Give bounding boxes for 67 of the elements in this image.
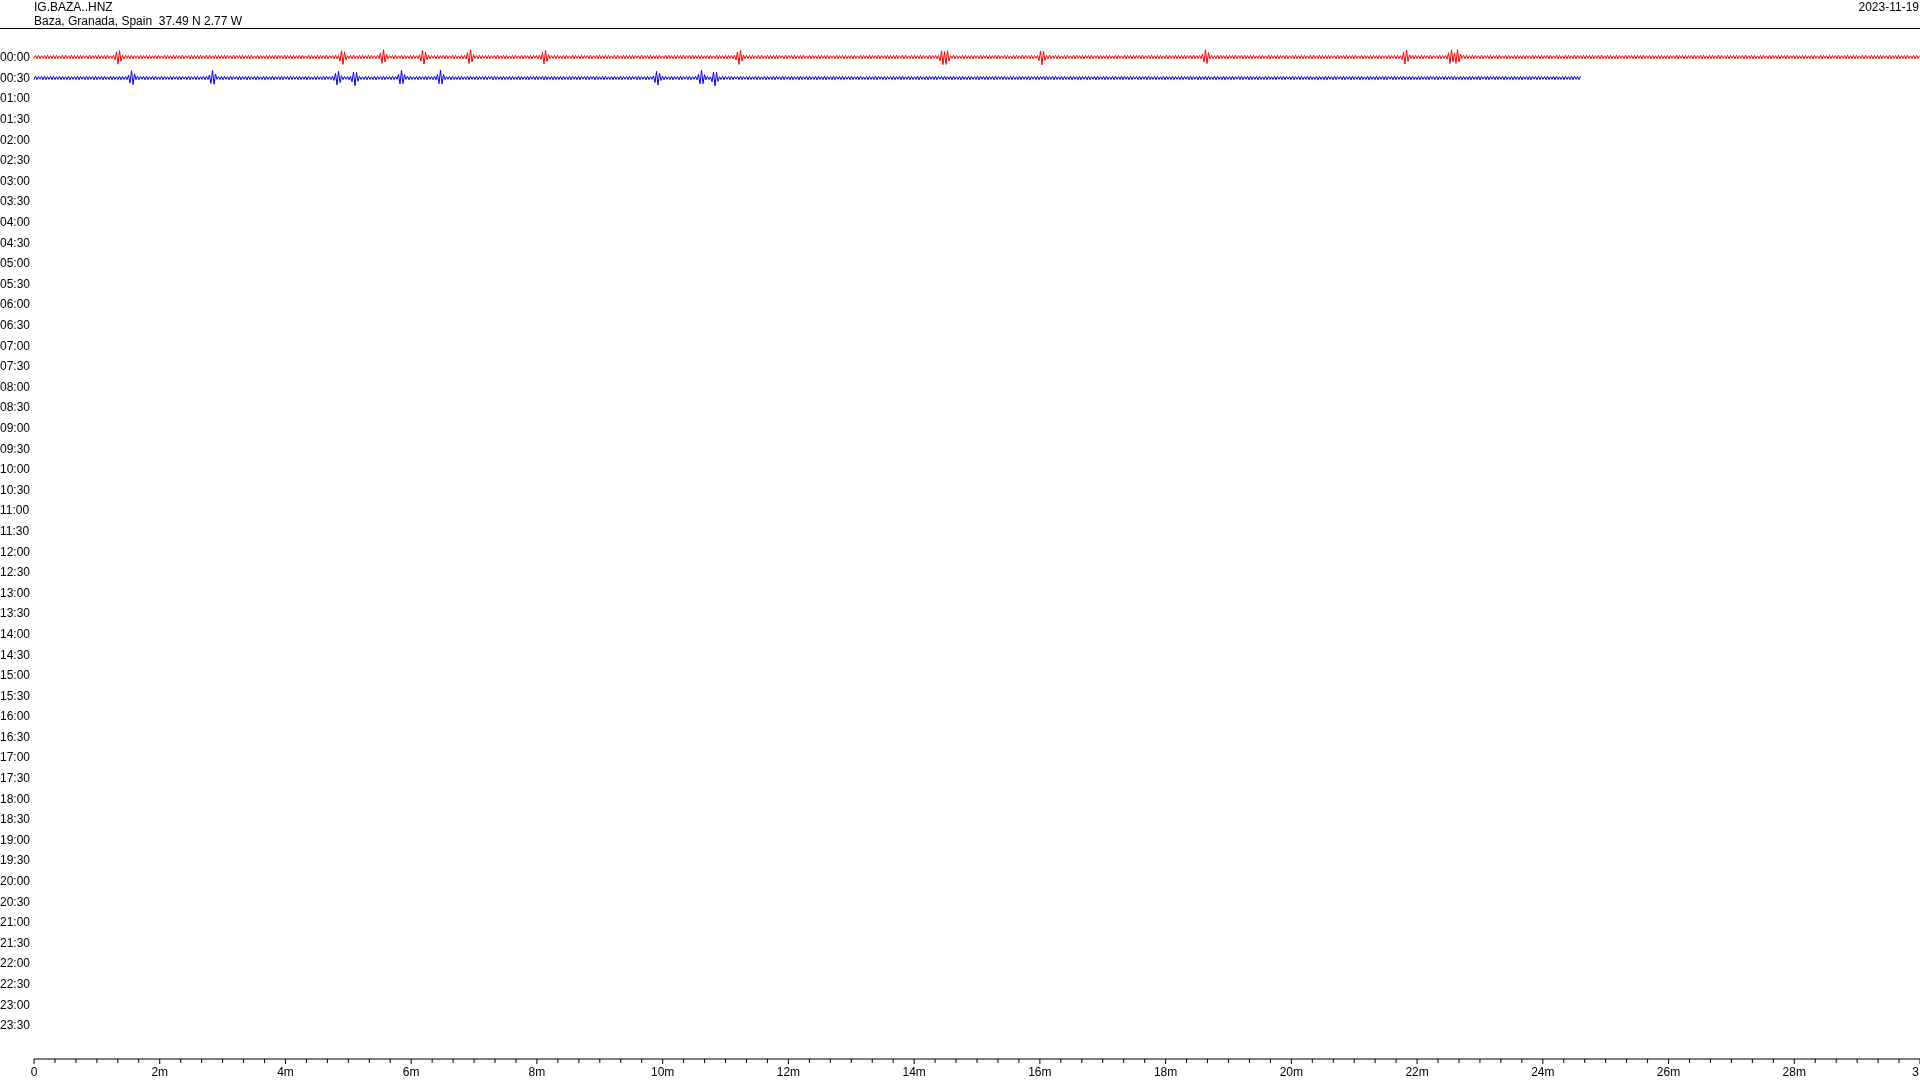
time-label: 23:30 [0,1018,32,1033]
station-location: Baza, Granada, Spain 37.49 N 2.77 W [34,14,243,28]
time-label: 03:00 [0,173,32,188]
time-label: 17:00 [0,750,32,765]
axis-label: 16m [1028,1064,1052,1079]
axis-label: 3 [1912,1064,1919,1079]
time-label: 06:00 [0,297,32,312]
time-label: 09:30 [0,441,32,456]
time-label: 10:00 [0,462,32,477]
axis-label: 28m [1782,1064,1806,1079]
time-label: 01:00 [0,91,32,106]
time-label: 18:00 [0,791,32,806]
date-label: 2023-11-19 [1858,0,1919,16]
time-label: 06:30 [0,318,32,332]
time-label: 20:30 [0,894,32,909]
time-label: 21:30 [0,935,32,950]
time-label: 15:30 [0,688,32,703]
time-label: 23:00 [0,997,32,1012]
time-label: 21:00 [0,915,32,930]
axis-label: 0 [30,1064,38,1079]
axis-label: 14m [902,1064,926,1079]
time-label: 14:30 [0,647,32,662]
time-label: 01:30 [0,112,32,127]
time-label: 09:00 [0,421,32,435]
time-label: 14:00 [0,626,32,641]
time-label: 00:30 [0,70,32,85]
time-label: 08:00 [0,379,32,394]
time-label: 07:00 [0,338,32,353]
time-label: 08:30 [0,400,32,415]
axis-label: 26m [1656,1064,1681,1079]
time-label: 05:00 [0,256,32,271]
time-label: 16:00 [0,709,32,724]
time-label: 15:00 [0,668,32,683]
time-label: 19:00 [0,832,32,847]
axis-label: 20m [1279,1064,1303,1079]
axis-label: 2m [151,1064,169,1079]
time-label: 11:00 [0,503,31,518]
axis-label: 4m [277,1064,294,1079]
axis-label: 18m [1153,1064,1178,1079]
time-label: 22:00 [0,956,32,971]
time-label: 03:30 [0,194,32,209]
axis-label: 10m [651,1064,675,1079]
time-label: 18:30 [0,812,32,827]
time-label: 12:30 [0,565,32,580]
axis-label: 8m [528,1064,546,1079]
time-label: 04:00 [0,215,32,230]
time-label: 11:30 [0,523,31,538]
time-label: 02:30 [0,153,32,168]
time-label: 17:30 [0,771,32,786]
time-label: 22:30 [0,977,32,991]
axis-label: 22m [1405,1064,1429,1079]
time-label: 13:00 [0,585,32,600]
time-label: 07:30 [0,359,32,374]
time-label: 04:30 [0,235,32,250]
axis-label: 12m [776,1064,801,1079]
time-label: 16:30 [0,729,32,744]
time-label: 00:00 [0,50,32,65]
time-label: 20:00 [0,874,32,889]
time-label: 19:30 [0,853,32,868]
time-label: 13:30 [0,606,32,621]
time-label: 02:00 [0,132,32,147]
axis-label: 6m [402,1064,420,1079]
time-label: 05:30 [0,276,32,291]
time-label: 12:00 [0,544,32,559]
axis-label: 24m [1531,1064,1555,1079]
station-code: IG.BAZA..HNZ [34,0,114,14]
time-label: 10:30 [0,482,32,497]
